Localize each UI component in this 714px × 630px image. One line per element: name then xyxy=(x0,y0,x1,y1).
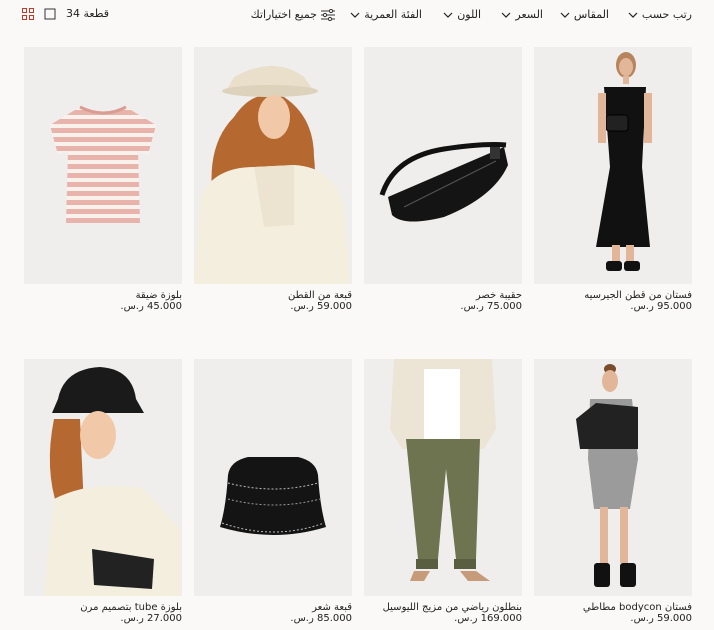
single-view-icon[interactable] xyxy=(44,8,56,20)
product-price: 75.000 ر.س. xyxy=(460,301,522,312)
age-label: الفئة العمرية xyxy=(364,8,422,21)
view-tools: 34 قطعة xyxy=(22,7,109,20)
product-image[interactable] xyxy=(364,359,522,596)
product-image[interactable] xyxy=(364,47,522,284)
product-image[interactable] xyxy=(24,47,182,284)
product-name[interactable]: حقيبة خصر xyxy=(364,290,522,301)
chevron-down-icon xyxy=(628,12,638,18)
chevron-down-icon xyxy=(443,12,453,18)
chevron-down-icon xyxy=(350,12,360,18)
product-image[interactable] xyxy=(194,47,352,284)
product-card[interactable]: حقيبة خصر 75.000 ر.س. xyxy=(364,47,522,312)
product-name[interactable]: فستان bodycon مطاطي xyxy=(534,602,692,613)
product-card[interactable]: بلوزة ضيقة 45.000 ر.س. xyxy=(24,47,182,312)
color-label: اللون xyxy=(457,8,481,21)
age-filter[interactable]: الفئة العمرية xyxy=(350,8,422,21)
sort-label: رتب حسب xyxy=(641,8,692,21)
product-name[interactable]: بنطلون رياضي من مزيج الليوسيل xyxy=(364,602,522,613)
product-price: 27.000 ر.س. xyxy=(120,613,182,624)
product-image[interactable] xyxy=(534,359,692,596)
sliders-icon xyxy=(321,8,335,21)
sort-dropdown[interactable]: رتب حسب xyxy=(628,8,692,21)
size-label: المقاس xyxy=(573,8,609,21)
product-name[interactable]: قبعة شعر xyxy=(194,602,352,613)
product-card[interactable]: قبعة شعر 85.000 ر.س. xyxy=(194,359,352,624)
product-name[interactable]: بلوزة tube بتصميم مرن xyxy=(24,602,182,613)
product-image[interactable] xyxy=(534,47,692,284)
item-count: 34 قطعة xyxy=(66,7,109,20)
product-price: 59.000 ر.س. xyxy=(290,301,352,312)
chevron-down-icon xyxy=(501,12,511,18)
product-image[interactable] xyxy=(24,359,182,596)
product-card[interactable]: قبعة من القطن 59.000 ر.س. xyxy=(194,47,352,312)
product-card[interactable]: بنطلون رياضي من مزيج الليوسيل 169.000 ر.… xyxy=(364,359,522,624)
product-card[interactable]: فستان bodycon مطاطي 59.000 ر.س. xyxy=(534,359,692,624)
size-filter[interactable]: المقاس xyxy=(560,8,609,21)
product-price: 59.000 ر.س. xyxy=(630,613,692,624)
product-price: 45.000 ر.س. xyxy=(120,301,182,312)
product-name[interactable]: فستان من قطن الجيرسيه xyxy=(534,290,692,301)
product-name[interactable]: بلوزة ضيقة xyxy=(24,290,182,301)
product-card[interactable]: فستان من قطن الجيرسيه 95.000 ر.س. xyxy=(534,47,692,312)
grid-view-icon[interactable] xyxy=(22,7,34,20)
price-filter[interactable]: السعر xyxy=(501,8,543,21)
chevron-down-icon xyxy=(560,12,570,18)
all-filters-label: جميع اختياراتك xyxy=(250,8,317,21)
product-price: 169.000 ر.س. xyxy=(454,613,522,624)
product-name[interactable]: قبعة من القطن xyxy=(194,290,352,301)
product-image[interactable] xyxy=(194,359,352,596)
product-price: 95.000 ر.س. xyxy=(630,301,692,312)
product-price: 85.000 ر.س. xyxy=(290,613,352,624)
price-label: السعر xyxy=(515,8,543,21)
product-card[interactable]: بلوزة tube بتصميم مرن 27.000 ر.س. xyxy=(24,359,182,624)
color-filter[interactable]: اللون xyxy=(443,8,481,21)
all-filters-button[interactable]: جميع اختياراتك xyxy=(251,8,335,21)
